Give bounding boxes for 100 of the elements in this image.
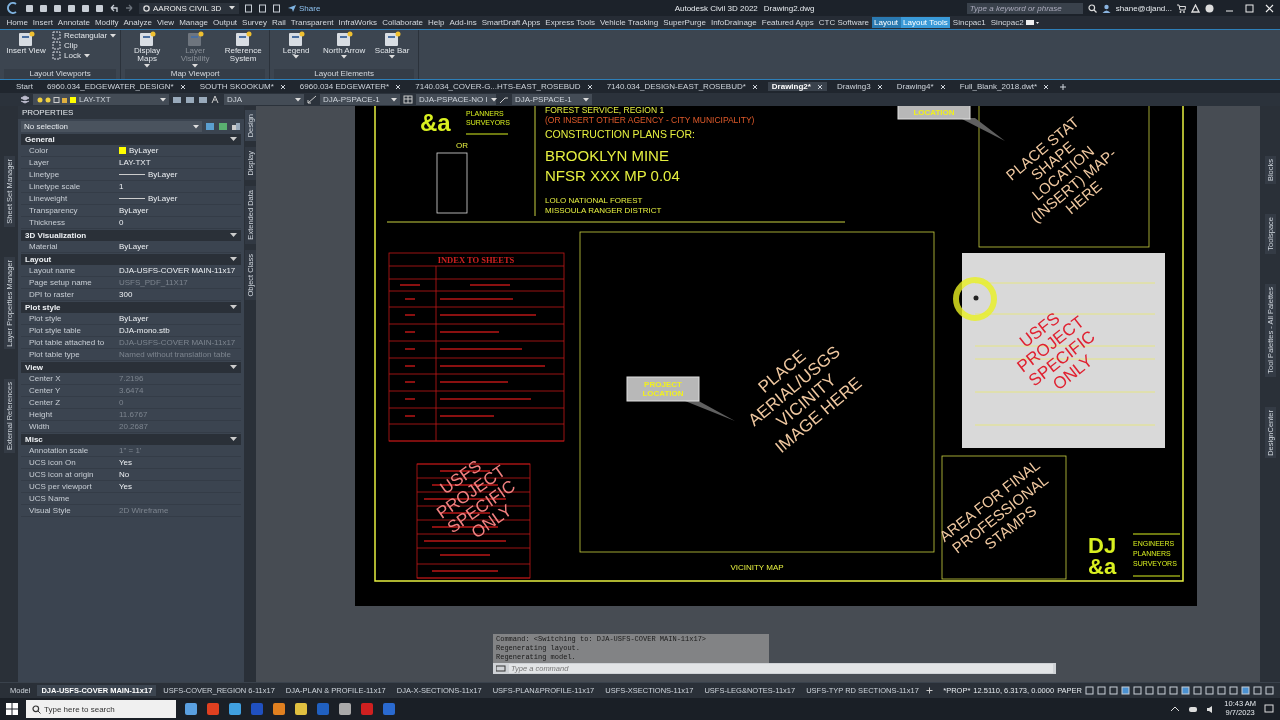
layers-icon[interactable] <box>20 95 30 104</box>
ribbon-tab[interactable]: Survey <box>239 17 270 28</box>
ribbon-button[interactable]: Rectangular <box>52 31 117 40</box>
add-tab-icon[interactable] <box>925 687 933 694</box>
ribbon-tab[interactable]: Annotate <box>55 17 93 28</box>
ribbon-tab[interactable]: InfraWorks <box>336 17 380 28</box>
property-value[interactable]: 300 <box>119 290 133 299</box>
ribbon-button[interactable]: Scale Bar <box>370 31 415 60</box>
undo-icon[interactable] <box>109 3 119 13</box>
notification-icon[interactable] <box>1264 704 1274 714</box>
close-icon[interactable] <box>395 83 402 90</box>
ribbon-tab[interactable]: Output <box>210 17 240 28</box>
text-style-dropdown[interactable]: DJA <box>224 94 304 105</box>
add-tab-icon[interactable] <box>1059 82 1067 91</box>
file-tab[interactable]: Start <box>12 82 37 91</box>
search-icon[interactable] <box>1087 3 1097 13</box>
file-tab[interactable]: Full_Blank_2018.dwt* <box>955 82 1053 91</box>
close-icon[interactable] <box>939 83 946 90</box>
multileader-style-icon[interactable] <box>499 95 509 104</box>
ribbon-tab[interactable]: Layout <box>871 17 901 28</box>
layer-dropdown[interactable]: LAY-TXT <box>33 94 169 105</box>
ribbon-tab[interactable]: Sincpac1 <box>950 17 989 28</box>
quick-select-icon[interactable] <box>231 122 241 131</box>
ribbon-tab[interactable]: Modify <box>92 17 121 28</box>
selection-dropdown[interactable]: No selection <box>21 121 202 132</box>
windows-start-icon[interactable] <box>6 703 18 715</box>
ribbon-tab[interactable]: Help <box>425 17 447 28</box>
table-style-icon[interactable] <box>403 95 413 104</box>
dimension-style-icon[interactable] <box>307 95 317 104</box>
property-value[interactable]: Yes <box>119 482 133 491</box>
property-value[interactable]: ByLayer <box>119 242 149 251</box>
ribbon-button[interactable]: Legend <box>274 31 319 60</box>
ribbon-tab[interactable]: Rail <box>269 17 289 28</box>
file-tab[interactable]: Drawing2* <box>767 82 827 91</box>
search-field[interactable]: Type a keyword or phrase <box>966 2 1083 14</box>
text-style-icon[interactable] <box>211 95 221 104</box>
taskbar-search-box[interactable]: Type here to search <box>26 700 176 718</box>
ribbon-tab[interactable]: Insert <box>30 17 56 28</box>
close-icon[interactable] <box>179 83 186 90</box>
panel-toggle-icon[interactable] <box>1026 19 1041 26</box>
ribbon-button[interactable]: Lock <box>52 51 117 60</box>
ribbon-tab[interactable]: Vehicle Tracking <box>597 17 661 28</box>
multileader-style-dropdown[interactable]: DJA-PSPACE-1 <box>512 94 592 105</box>
ribbon-tab[interactable]: Collaborate <box>379 17 426 28</box>
file-tab[interactable]: 6960.034_EDGEWATER_DESIGN* <box>42 82 190 91</box>
ribbon-tab[interactable]: View <box>154 17 177 28</box>
ribbon-tab[interactable]: CTC Software <box>816 17 872 28</box>
close-icon[interactable] <box>876 83 883 90</box>
ribbon-tab[interactable]: Sincpac2 <box>988 17 1027 28</box>
property-value[interactable]: Yes <box>119 458 133 467</box>
ribbon-button[interactable]: Insert View <box>4 31 48 56</box>
search-icon[interactable] <box>32 704 41 714</box>
property-value[interactable]: ByLayer <box>129 146 159 155</box>
ribbon-tab[interactable]: Featured Apps <box>759 17 817 28</box>
ribbon-tab[interactable]: SuperPurge <box>660 17 709 28</box>
ribbon-button[interactable]: North Arrow <box>322 31 367 60</box>
taskbar-app-icon[interactable] <box>228 702 242 716</box>
ribbon-tab[interactable]: SmartDraft Apps <box>479 17 543 28</box>
dimension-style-dropdown[interactable]: DJA-PSPACE-1 <box>320 94 400 105</box>
ribbon-tab[interactable]: Express Tools <box>542 17 598 28</box>
taskbar-app-icon[interactable] <box>206 702 220 716</box>
property-value[interactable]: ByLayer <box>119 314 149 323</box>
user-name[interactable]: shane@djand... <box>1115 3 1172 13</box>
tray-icon[interactable] <box>1170 704 1181 714</box>
ribbon-button[interactable]: Clip <box>52 41 117 50</box>
ribbon-tab[interactable]: Analyze <box>120 17 155 28</box>
cart-icon[interactable] <box>1177 3 1186 13</box>
close-icon[interactable] <box>816 83 823 90</box>
property-value[interactable]: 1 <box>119 182 124 191</box>
ribbon-button[interactable]: Reference System <box>221 31 266 64</box>
file-tab[interactable]: 7140.034_COVER-G...HTS-EAST_ROSEBUD <box>411 82 597 91</box>
ribbon-tab[interactable]: Manage <box>176 17 211 28</box>
redo-icon[interactable] <box>124 3 134 13</box>
section-header[interactable]: General <box>21 134 241 145</box>
property-value[interactable]: ByLayer <box>148 194 178 203</box>
ribbon-button[interactable]: Display Maps <box>125 31 170 68</box>
ribbon-tab[interactable]: Add-ins <box>447 17 480 28</box>
ribbon-tab[interactable]: InfoDrainage <box>708 17 760 28</box>
property-value[interactable]: ByLayer <box>119 206 149 215</box>
taskbar-app-icon[interactable] <box>338 702 352 716</box>
share-button[interactable]: Share <box>286 3 323 13</box>
property-value[interactable]: No <box>119 470 130 479</box>
table-style-dropdown[interactable]: DJA-PSPACE-NO I <box>416 94 496 105</box>
file-tab[interactable]: 6960.034 EDGEWATER* <box>295 82 406 91</box>
file-tab[interactable]: Drawing4* <box>892 82 950 91</box>
close-icon[interactable] <box>586 83 593 90</box>
file-tab[interactable]: 7140.034_DESIGN-EAST_ROSEBUD* <box>602 82 762 91</box>
section-header[interactable]: Misc <box>21 434 241 445</box>
section-header[interactable]: Plot style <box>21 302 241 313</box>
property-value[interactable]: DJA-USFS-COVER MAIN-11x17 <box>119 266 236 275</box>
close-icon[interactable] <box>1043 83 1049 90</box>
property-value[interactable]: LAY-TXT <box>119 158 151 167</box>
file-tab[interactable]: Drawing3 <box>832 82 887 91</box>
maximize-icon[interactable] <box>1245 3 1254 13</box>
workspace-dropdown[interactable]: AARONS CIVIL 3D <box>139 2 239 14</box>
triangle-icon[interactable] <box>1191 3 1200 13</box>
property-value[interactable]: 0 <box>119 218 124 227</box>
file-tab[interactable]: SOUTH SKOOKUM* <box>195 82 290 91</box>
property-value[interactable]: ByLayer <box>148 170 178 179</box>
toggle-pickadd-icon[interactable] <box>205 122 215 131</box>
